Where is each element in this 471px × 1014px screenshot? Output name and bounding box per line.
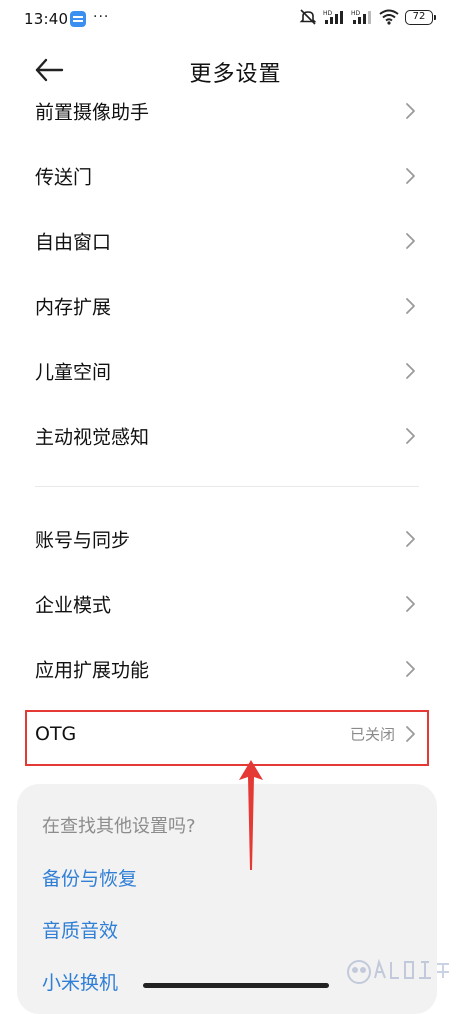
settings-list: 前置摄像助手 传送门 自由窗口 内存扩展 儿童空间 主动视觉感知 账号与同步 企…	[0, 78, 471, 766]
chevron-right-icon	[406, 167, 415, 184]
signal-hd-icon-2: HD	[351, 9, 373, 25]
chevron-right-icon	[406, 660, 415, 677]
mute-icon	[299, 9, 317, 25]
chevron-right-icon	[406, 297, 415, 314]
setting-row-enterprise-mode[interactable]: 企业模式	[0, 571, 471, 636]
status-bar: 13:40 ··· HD HD 72	[0, 0, 471, 40]
home-indicator[interactable]	[143, 983, 329, 988]
suggestion-link-sound-effects[interactable]: 音质音效	[42, 916, 118, 943]
suggestion-link-backup-restore[interactable]: 备份与恢复	[42, 864, 137, 891]
wifi-icon	[379, 9, 399, 25]
setting-row-memory-extension[interactable]: 内存扩展	[0, 273, 471, 338]
chevron-right-icon	[406, 232, 415, 249]
status-indicators: HD HD 72	[299, 9, 436, 25]
setting-label: 企业模式	[35, 594, 112, 616]
setting-label: 自由窗口	[35, 231, 112, 253]
setting-row-account-sync[interactable]: 账号与同步	[0, 506, 471, 571]
chevron-right-icon	[406, 530, 415, 547]
suggestion-link-mi-mover[interactable]: 小米换机	[42, 968, 118, 995]
chevron-right-icon	[406, 102, 415, 119]
setting-row-app-extensions[interactable]: 应用扩展功能	[0, 636, 471, 701]
annotation-arrow-icon	[239, 760, 263, 870]
setting-row-floating-window[interactable]: 自由窗口	[0, 208, 471, 273]
setting-row-portal[interactable]: 传送门	[0, 143, 471, 208]
status-more-icon: ···	[93, 9, 110, 25]
setting-label: 账号与同步	[35, 529, 131, 551]
setting-label: 内存扩展	[35, 296, 112, 318]
suggestion-title: 在查找其他设置吗?	[42, 816, 196, 837]
svg-text:HD: HD	[323, 10, 333, 17]
baidu-watermark-icon	[347, 958, 449, 984]
setting-label: 传送门	[35, 166, 93, 188]
setting-row-front-camera-assistant[interactable]: 前置摄像助手	[0, 78, 471, 143]
setting-label: 前置摄像助手	[35, 101, 150, 123]
setting-label: 应用扩展功能	[35, 659, 150, 681]
otg-highlight-box	[25, 710, 429, 766]
setting-label: 主动视觉感知	[35, 426, 150, 448]
section-divider	[35, 486, 419, 487]
setting-row-visual-perception[interactable]: 主动视觉感知	[0, 403, 471, 468]
signal-hd-icon-1: HD	[323, 9, 345, 25]
chevron-right-icon	[406, 362, 415, 379]
status-time: 13:40	[24, 10, 69, 28]
message-app-icon	[70, 11, 86, 27]
chevron-right-icon	[406, 427, 415, 444]
setting-row-kids-space[interactable]: 儿童空间	[0, 338, 471, 403]
battery-icon: 72	[405, 9, 436, 25]
svg-text:HD: HD	[351, 10, 361, 17]
setting-label: 儿童空间	[35, 361, 112, 383]
chevron-right-icon	[406, 595, 415, 612]
